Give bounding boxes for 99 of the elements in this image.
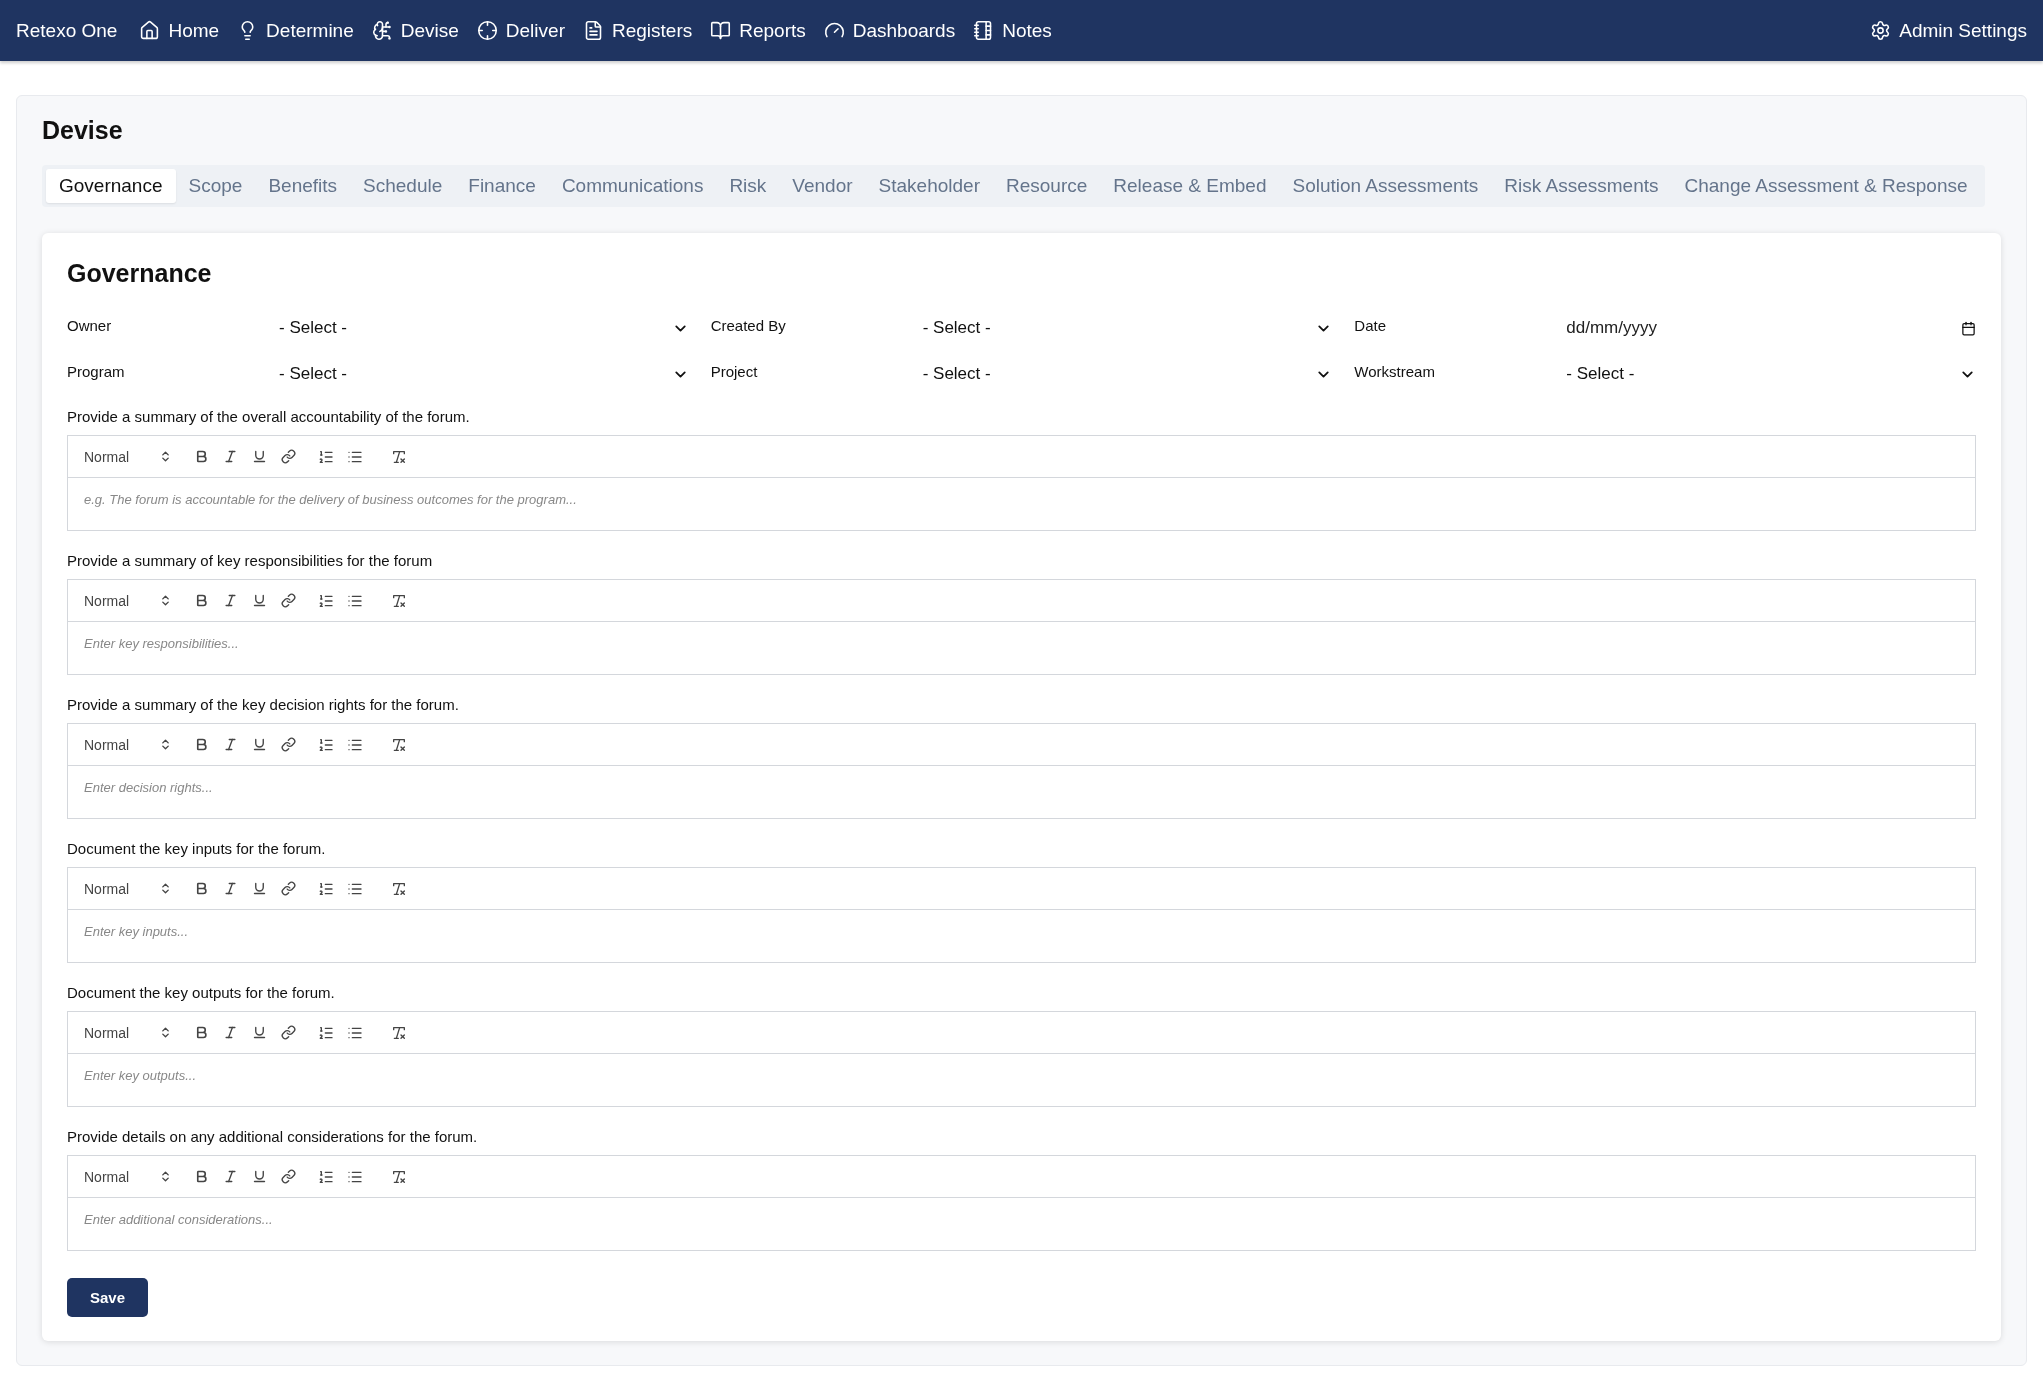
- book-icon: [710, 20, 732, 41]
- underline-icon: [251, 1169, 267, 1184]
- underline-icon: [251, 593, 267, 608]
- underline-icon: [251, 737, 267, 752]
- tab[interactable]: Governance: [46, 169, 176, 203]
- format-select[interactable]: Normal: [84, 448, 172, 465]
- format-select[interactable]: Normal: [84, 1168, 172, 1185]
- field-label: Date: [1354, 316, 1387, 334]
- editor-label: Provide details on any additional considerations for the forum.: [67, 1128, 479, 1145]
- clear-format-icon: [391, 1024, 407, 1041]
- field-label: Program: [67, 362, 126, 380]
- tab[interactable]: Release & Embed: [1100, 169, 1280, 203]
- nav-link[interactable]: Determine: [237, 19, 354, 42]
- tab[interactable]: Stakeholder: [865, 169, 993, 203]
- editor-label: Document the key outputs for the forum.: [67, 984, 336, 1001]
- editor-field[interactable]: e.g. The forum is accountable for the delivery of business outcomes for the program...: [67, 478, 1976, 531]
- numbered-list-icon: [318, 1024, 334, 1041]
- format-select[interactable]: Normal: [84, 880, 172, 897]
- underline-icon: [251, 449, 267, 464]
- select-field[interactable]: - Select -: [1566, 360, 1976, 388]
- format-select[interactable]: Normal: [84, 592, 172, 609]
- calendar-icon: [1961, 320, 1976, 336]
- nav-link[interactable]: Reports: [710, 19, 806, 42]
- up-down-icon: [159, 450, 172, 463]
- select-field[interactable]: - Select -: [279, 360, 689, 388]
- link-icon: [280, 449, 296, 464]
- editor-field[interactable]: Enter additional considerations...: [67, 1198, 1976, 1251]
- link-icon: [280, 593, 296, 608]
- tab[interactable]: Finance: [455, 169, 549, 203]
- brain-icon: [371, 20, 393, 41]
- editor-label: Provide a summary of key responsibilities for the forum: [67, 552, 434, 569]
- numbered-list-icon: [318, 736, 334, 753]
- tab[interactable]: Communications: [548, 169, 717, 203]
- field-label: Owner: [67, 316, 113, 334]
- up-down-icon: [159, 882, 172, 895]
- tab[interactable]: Benefits: [255, 169, 351, 203]
- tab[interactable]: Risk Assessments: [1491, 169, 1672, 203]
- nav-link[interactable]: Devise: [371, 19, 459, 42]
- select-field[interactable]: - Select -: [922, 314, 1333, 342]
- clear-format-icon: [391, 736, 407, 753]
- numbered-list-icon: [318, 592, 334, 609]
- link-icon: [280, 881, 296, 896]
- date-field[interactable]: dd/mm/yyyy: [1566, 314, 1961, 342]
- editor-field[interactable]: Enter key outputs...: [67, 1054, 1976, 1107]
- nav-link[interactable]: Home: [139, 19, 220, 42]
- italic-icon: [222, 1169, 238, 1184]
- tab[interactable]: Schedule: [350, 169, 456, 203]
- field-label: Project: [710, 362, 759, 380]
- clear-format-icon: [391, 448, 407, 465]
- form-title: Governance: [67, 259, 213, 288]
- page-title: Devise: [42, 116, 124, 145]
- select-field[interactable]: - Select -: [279, 314, 689, 342]
- house-icon: [139, 20, 161, 41]
- link-icon: [280, 1025, 296, 1040]
- italic-icon: [222, 737, 238, 752]
- crosshair-icon: [476, 20, 498, 41]
- nav-link[interactable]: Deliver: [476, 19, 565, 42]
- italic-icon: [222, 1025, 238, 1040]
- admin-settings-link[interactable]: Admin Settings: [1870, 19, 2027, 42]
- underline-icon: [251, 1025, 267, 1040]
- field-label: Created By: [710, 316, 787, 334]
- editor-field[interactable]: Enter key responsibilities...: [67, 622, 1976, 675]
- nav-link[interactable]: Registers: [582, 19, 693, 42]
- save-button[interactable]: Save: [67, 1278, 149, 1317]
- italic-icon: [222, 449, 238, 464]
- editor-field[interactable]: Enter key inputs...: [67, 910, 1976, 963]
- numbered-list-icon: [318, 448, 334, 465]
- tab[interactable]: Resource: [993, 169, 1101, 203]
- up-down-icon: [159, 594, 172, 607]
- brand-name: Retexo One: [16, 19, 118, 42]
- numbered-list-icon: [318, 1168, 334, 1185]
- link-icon: [280, 1169, 296, 1184]
- format-select[interactable]: Normal: [84, 736, 172, 753]
- tab[interactable]: Vendor: [779, 169, 866, 203]
- clear-format-icon: [391, 592, 407, 609]
- link-icon: [280, 737, 296, 752]
- underline-icon: [251, 881, 267, 896]
- up-down-icon: [159, 738, 172, 751]
- editor-label: Document the key inputs for the forum.: [67, 840, 327, 857]
- settings-icon: [1870, 20, 1892, 41]
- clear-format-icon: [391, 1168, 407, 1185]
- select-field[interactable]: - Select -: [922, 360, 1333, 388]
- up-down-icon: [159, 1170, 172, 1183]
- field-label: Workstream: [1354, 362, 1436, 380]
- tab[interactable]: Risk: [716, 169, 780, 203]
- tab[interactable]: Scope: [175, 169, 256, 203]
- editor-field[interactable]: Enter decision rights...: [67, 766, 1976, 819]
- italic-icon: [222, 881, 238, 896]
- up-down-icon: [159, 1026, 172, 1039]
- clear-format-icon: [391, 880, 407, 897]
- tab[interactable]: Solution Assessments: [1279, 169, 1492, 203]
- editor-label: Provide a summary of the overall accountability of the forum.: [67, 408, 471, 425]
- editor-label: Provide a summary of the key decision rights for the forum.: [67, 696, 460, 713]
- italic-icon: [222, 593, 238, 608]
- tab[interactable]: Change Assessment & Response: [1671, 169, 1981, 203]
- format-select[interactable]: Normal: [84, 1024, 172, 1041]
- numbered-list-icon: [318, 880, 334, 897]
- nav-link[interactable]: Notes: [973, 19, 1052, 42]
- nav-link[interactable]: Dashboards: [823, 19, 956, 42]
